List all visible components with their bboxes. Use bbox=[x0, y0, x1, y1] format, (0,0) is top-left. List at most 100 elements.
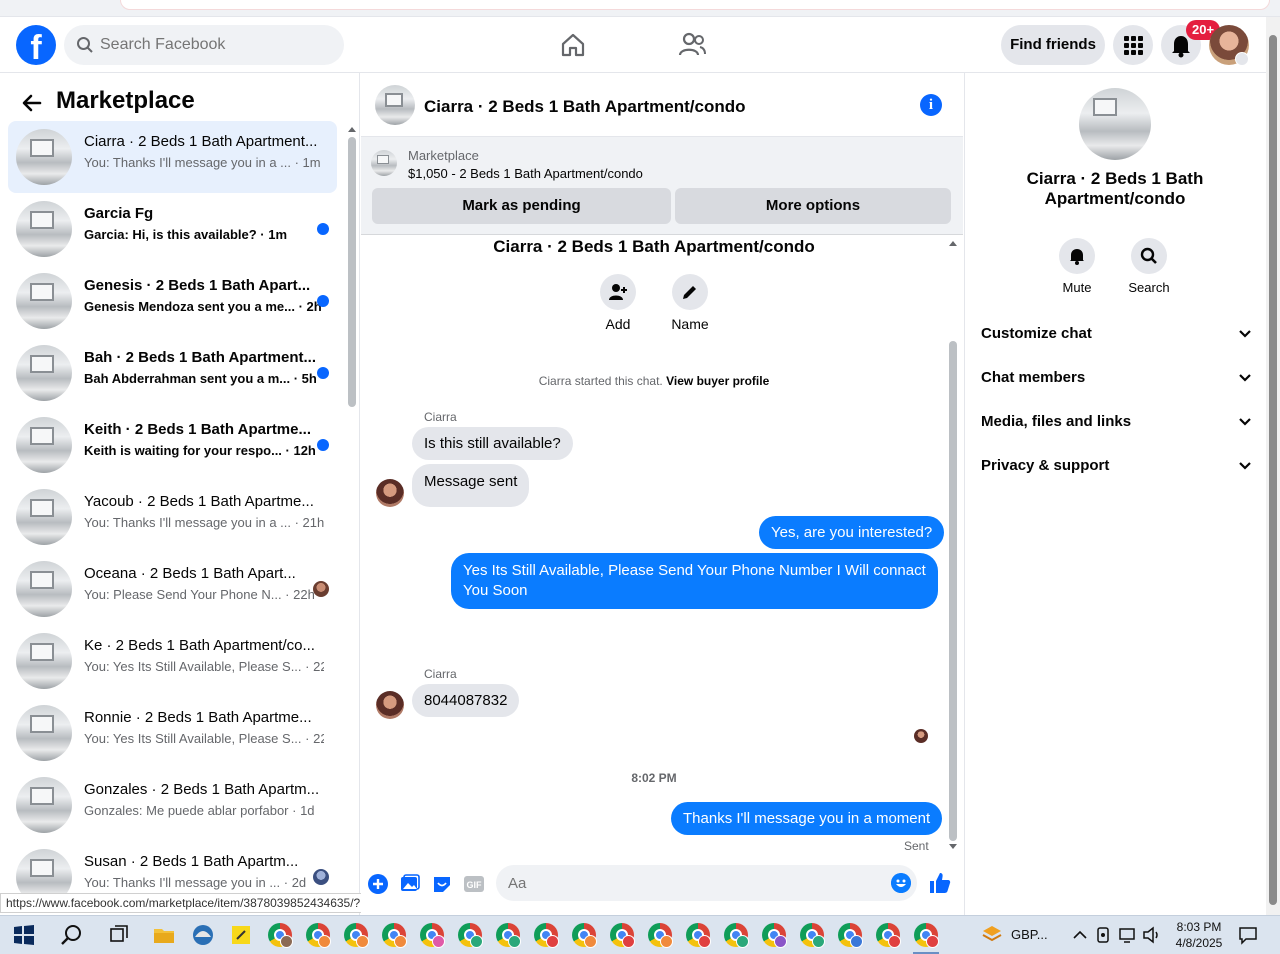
inbox-scrollbar[interactable] bbox=[347, 125, 357, 915]
listing-title[interactable]: $1,050 - 2 Beds 1 Bath Apartment/condo bbox=[408, 166, 643, 181]
conversation-preview: You: Yes Its Still Available, Please S..… bbox=[84, 731, 324, 746]
incoming-message[interactable]: Message sent bbox=[412, 464, 530, 507]
thumbs-up-icon[interactable] bbox=[928, 871, 952, 895]
incoming-message[interactable]: 8044087832 bbox=[412, 684, 520, 717]
thread-scrollbar[interactable] bbox=[947, 239, 959, 851]
sticker-icon[interactable] bbox=[431, 873, 453, 895]
customize-chat-row[interactable]: Customize chat bbox=[981, 312, 1257, 356]
chat-thumbnail[interactable] bbox=[375, 85, 415, 125]
chrome-window-icon[interactable] bbox=[382, 923, 407, 948]
name-chat-button[interactable]: Name bbox=[660, 274, 720, 332]
chrome-window-icon[interactable] bbox=[496, 923, 521, 948]
tray-app-label[interactable]: GBP... bbox=[1011, 927, 1048, 942]
home-icon[interactable] bbox=[555, 27, 591, 63]
conversation-item[interactable]: Gonzales · 2 Beds 1 Bath Apartm... Gonzal… bbox=[8, 769, 337, 841]
chrome-window-icon[interactable] bbox=[344, 923, 369, 948]
currency-app-icon[interactable] bbox=[980, 923, 1004, 947]
svg-text:GIF: GIF bbox=[467, 880, 483, 890]
conversation-item[interactable]: Yacoub · 2 Beds 1 Bath Apartme... You: Th… bbox=[8, 481, 337, 553]
conversation-item[interactable]: Bah · 2 Beds 1 Bath Apartment... Bah Abde… bbox=[8, 337, 337, 409]
listing-thumbnail bbox=[16, 777, 72, 833]
plus-circle-icon[interactable] bbox=[367, 873, 389, 895]
network-icon[interactable] bbox=[1116, 923, 1140, 947]
scroll-down-icon[interactable] bbox=[947, 843, 959, 851]
windows-start-icon[interactable] bbox=[12, 923, 36, 947]
chrome-window-icon[interactable] bbox=[724, 923, 749, 948]
media-files-row[interactable]: Media, files and links bbox=[981, 400, 1257, 444]
incoming-message[interactable]: Is this still available? bbox=[412, 427, 573, 460]
message-input-box[interactable] bbox=[496, 865, 917, 901]
conversation-item[interactable]: Ke · 2 Beds 1 Bath Apartment/co... You: Y… bbox=[8, 625, 337, 697]
back-arrow-icon[interactable] bbox=[20, 91, 44, 115]
message-input[interactable] bbox=[508, 865, 868, 901]
conversation-name: Keith · 2 Beds 1 Bath Apartme... bbox=[84, 421, 311, 438]
conversation-preview: Bah Abderrahman sent you a m... · 5h bbox=[84, 371, 317, 386]
chrome-window-icon[interactable] bbox=[876, 923, 901, 948]
scroll-up-icon[interactable] bbox=[347, 125, 357, 133]
chrome-window-icon[interactable] bbox=[268, 923, 293, 948]
conversation-name: Genesis · 2 Beds 1 Bath Apart... bbox=[84, 277, 311, 294]
conversation-item[interactable]: Oceana · 2 Beds 1 Bath Apart... You: Plea… bbox=[8, 553, 337, 625]
chrome-window-icon[interactable] bbox=[838, 923, 863, 948]
app-icon[interactable] bbox=[191, 923, 215, 947]
contact-avatar[interactable] bbox=[376, 479, 404, 507]
chrome-window-icon[interactable] bbox=[306, 923, 331, 948]
add-member-button[interactable]: Add bbox=[588, 274, 648, 332]
photo-icon[interactable] bbox=[399, 873, 421, 895]
chrome-window-icon[interactable] bbox=[420, 923, 445, 948]
file-explorer-icon[interactable] bbox=[152, 923, 176, 947]
conversation-item[interactable]: Garcia Fg Garcia: Hi, is this available? … bbox=[8, 193, 337, 265]
info-icon[interactable]: i bbox=[920, 94, 942, 116]
read-receipt-avatar bbox=[914, 729, 928, 743]
chrome-window-icon[interactable] bbox=[762, 923, 787, 948]
notification-center-icon[interactable] bbox=[1236, 923, 1260, 947]
chevron-down-icon[interactable] bbox=[1235, 52, 1249, 66]
mark-pending-button[interactable]: Mark as pending bbox=[372, 188, 671, 224]
chrome-window-icon[interactable] bbox=[572, 923, 597, 948]
chrome-window-icon[interactable] bbox=[610, 923, 635, 948]
search-bar[interactable] bbox=[64, 25, 344, 65]
facebook-logo[interactable]: f bbox=[16, 25, 56, 67]
task-view-icon[interactable] bbox=[107, 923, 131, 947]
mute-button[interactable]: Mute bbox=[1047, 238, 1107, 295]
emoji-icon[interactable] bbox=[891, 873, 911, 893]
outgoing-message[interactable]: Yes Its Still Available, Please Send You… bbox=[451, 553, 938, 609]
listing-thumbnail[interactable] bbox=[371, 150, 397, 176]
chrome-window-icon[interactable] bbox=[534, 923, 559, 948]
scroll-up-icon[interactable] bbox=[947, 239, 959, 247]
sender-name: Ciarra bbox=[424, 410, 457, 424]
chrome-window-icon[interactable] bbox=[686, 923, 711, 948]
outgoing-message[interactable]: Yes, are you interested? bbox=[759, 516, 945, 549]
conversation-item[interactable]: Ciarra · 2 Beds 1 Bath Apartment... You: … bbox=[8, 121, 337, 193]
volume-icon[interactable] bbox=[1140, 923, 1164, 947]
privacy-support-row[interactable]: Privacy & support bbox=[981, 444, 1257, 488]
outgoing-message[interactable]: Thanks I'll message you in a moment bbox=[671, 802, 943, 835]
chevron-up-icon[interactable] bbox=[1068, 923, 1092, 947]
conversation-item[interactable]: Ronnie · 2 Beds 1 Bath Apartme... You: Ye… bbox=[8, 697, 337, 769]
search-input[interactable] bbox=[100, 25, 330, 65]
find-friends-button[interactable]: Find friends bbox=[1001, 25, 1105, 65]
contact-avatar[interactable] bbox=[376, 691, 404, 719]
view-buyer-profile-link[interactable]: View buyer profile bbox=[666, 374, 769, 388]
meet-now-icon[interactable] bbox=[1092, 923, 1116, 947]
search-in-chat-button[interactable]: Search bbox=[1119, 238, 1179, 295]
chrome-window-icon[interactable] bbox=[458, 923, 483, 948]
seen-avatar bbox=[313, 581, 329, 597]
chat-photo[interactable] bbox=[1079, 88, 1151, 160]
chat-title[interactable]: Ciarra · 2 Beds 1 Bath Apartment/condo bbox=[424, 97, 746, 117]
gif-icon[interactable]: GIF bbox=[463, 873, 485, 895]
page-scrollbar[interactable] bbox=[1266, 17, 1280, 915]
sticky-notes-icon[interactable] bbox=[229, 923, 253, 947]
more-options-button[interactable]: More options bbox=[675, 188, 951, 224]
system-clock[interactable]: 8:03 PM 4/8/2025 bbox=[1169, 919, 1229, 951]
conversation-item[interactable]: Keith · 2 Beds 1 Bath Apartme... Keith is… bbox=[8, 409, 337, 481]
friends-icon[interactable] bbox=[674, 27, 710, 63]
chat-members-row[interactable]: Chat members bbox=[981, 356, 1257, 400]
chrome-window-icon[interactable] bbox=[648, 923, 673, 948]
listing-thumbnail bbox=[1079, 88, 1151, 160]
chrome-window-icon[interactable] bbox=[800, 923, 825, 948]
conversation-item[interactable]: Genesis · 2 Beds 1 Bath Apart... Genesis … bbox=[8, 265, 337, 337]
chrome-window-icon[interactable] bbox=[914, 923, 939, 948]
menu-button[interactable] bbox=[1113, 25, 1153, 65]
search-icon[interactable] bbox=[60, 923, 84, 947]
